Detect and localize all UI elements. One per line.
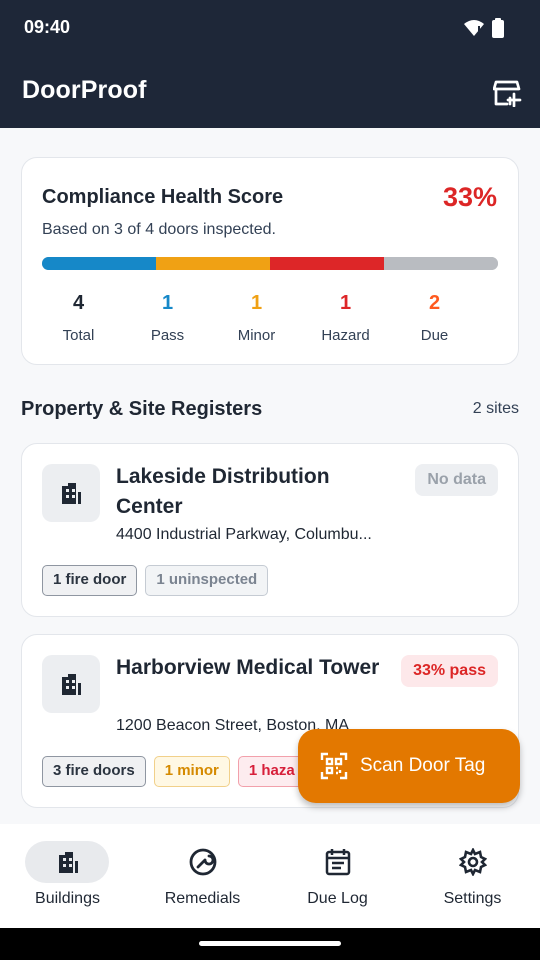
site-summary-chips: 1 fire door 1 uninspected xyxy=(42,565,269,596)
wifi-icon xyxy=(464,20,484,36)
site-name: Harborview Medical Tower xyxy=(116,656,380,679)
door-count-chip: 3 fire doors xyxy=(42,756,146,787)
pass-progress-segment xyxy=(42,257,156,270)
stat-value: 1 xyxy=(339,292,352,314)
nav-due-log-label: Due Log xyxy=(307,890,368,907)
stat-label: Total xyxy=(62,327,95,344)
site-name: Lakeside Distribution Center xyxy=(116,465,330,518)
scan-door-tag-button[interactable]: Scan Door Tag xyxy=(298,729,520,803)
uninspected-chip: 1 uninspected xyxy=(145,565,269,596)
stat-due: 2 Due xyxy=(390,293,479,344)
nav-buildings-label: Buildings xyxy=(35,890,100,907)
stat-pass: 1 Pass xyxy=(123,293,212,344)
hazard-chip: 1 haza xyxy=(237,756,306,787)
site-status-badge: No data xyxy=(415,464,498,496)
gear-icon xyxy=(458,847,488,877)
site-registers-title: Property & Site Registers xyxy=(21,398,263,420)
site-address: 4400 Industrial Parkway, Columbu... xyxy=(116,526,372,543)
main-content: Compliance Health Score 33% Based on 3 o… xyxy=(0,128,540,824)
bottom-navigation: Buildings Remedials Due Log Settings xyxy=(0,824,540,928)
status-time: 09:40 xyxy=(24,17,71,37)
stat-label: Pass xyxy=(150,327,185,344)
qr-scan-icon xyxy=(320,752,348,780)
stat-label: Minor xyxy=(237,327,276,344)
stat-value: 4 xyxy=(72,292,85,314)
compliance-score: 33% xyxy=(442,182,497,212)
app-bar: DoorProof xyxy=(0,56,540,128)
calendar-log-icon xyxy=(323,847,353,877)
stat-label: Hazard xyxy=(321,327,370,344)
building-icon xyxy=(53,847,83,877)
nav-remedials-label: Remedials xyxy=(164,890,241,907)
building-icon xyxy=(42,655,100,713)
stat-total: 4 Total xyxy=(34,293,123,344)
minor-chip: 1 minor xyxy=(153,756,230,787)
stat-value: 1 xyxy=(250,292,263,314)
home-indicator[interactable] xyxy=(199,941,341,946)
site-status-badge: 33% pass xyxy=(401,655,498,687)
nav-remedials[interactable]: Remedials xyxy=(135,824,270,928)
nav-settings[interactable]: Settings xyxy=(405,824,540,928)
add-store-button[interactable] xyxy=(492,76,524,108)
compliance-health-title: Compliance Health Score xyxy=(42,186,284,208)
nav-buildings[interactable]: Buildings xyxy=(0,824,135,928)
hazard-progress-segment xyxy=(270,257,384,270)
battery-icon xyxy=(492,18,504,38)
inspection-summary: Based on 3 of 4 doors inspected. xyxy=(42,221,276,238)
status-bar: 09:40 xyxy=(0,0,540,56)
app-title: DoorProof xyxy=(22,76,147,104)
compliance-stats: 4 Total 1 Pass 1 Minor 1 Hazard 2 Due xyxy=(34,293,508,344)
compliance-health-card: Compliance Health Score 33% Based on 3 o… xyxy=(21,157,519,365)
stat-value: 2 xyxy=(428,292,441,314)
door-count-chip: 1 fire door xyxy=(42,565,138,596)
nav-due-log[interactable]: Due Log xyxy=(270,824,405,928)
scan-door-tag-label: Scan Door Tag xyxy=(360,755,486,776)
stat-value: 1 xyxy=(161,292,174,314)
compliance-progress-bar xyxy=(42,257,498,270)
add-store-icon xyxy=(493,80,522,107)
stat-minor: 1 Minor xyxy=(212,293,301,344)
stat-label: Due xyxy=(420,327,449,344)
status-icons xyxy=(464,18,504,38)
minor-progress-segment xyxy=(156,257,270,270)
uninspected-progress-segment xyxy=(384,257,498,270)
site-count: 2 sites xyxy=(472,400,519,417)
site-card[interactable]: Lakeside Distribution Center 4400 Indust… xyxy=(21,443,519,617)
system-navigation-bar xyxy=(0,928,540,960)
stat-hazard: 1 Hazard xyxy=(301,293,390,344)
nav-settings-label: Settings xyxy=(443,890,502,907)
site-summary-chips: 3 fire doors 1 minor 1 haza xyxy=(42,756,306,787)
building-icon xyxy=(42,464,100,522)
wrench-icon xyxy=(188,847,218,877)
